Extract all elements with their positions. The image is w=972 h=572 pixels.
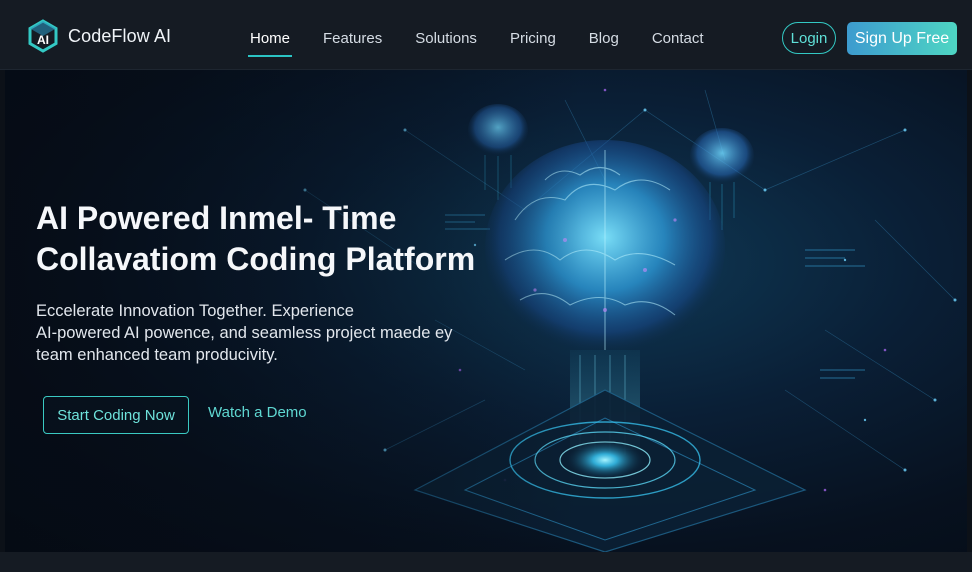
hero-subtitle-line-3: team enhanced team producivity. — [36, 346, 278, 364]
nav-item-pricing[interactable]: Pricing — [510, 0, 556, 70]
hero-section: AI Powered Inmel- Time Collavatiom Codin… — [5, 70, 967, 552]
hero-title-line-2: Collavatiom Coding Platform — [36, 241, 476, 277]
hero-title: AI Powered Inmel- Time Collavatiom Codin… — [36, 198, 506, 280]
hero-subtitle-line-1: Eccelerate Innovation Together. Experien… — [36, 302, 354, 320]
nav-item-contact[interactable]: Contact — [652, 0, 704, 70]
top-navbar: AI CodeFlow AI Home Features Solutions P… — [0, 0, 972, 70]
nav-item-blog[interactable]: Blog — [589, 0, 619, 70]
hero-subtitle-line-2: AI-powered AI powence, and seamless proj… — [36, 324, 453, 342]
nav-item-features[interactable]: Features — [323, 0, 382, 70]
login-button[interactable]: Login — [782, 22, 836, 54]
hero-subtitle: Eccelerate Innovation Together. Experien… — [36, 300, 506, 366]
brand-name: CodeFlow AI — [68, 25, 172, 46]
bottom-strip — [0, 552, 972, 572]
svg-text:AI: AI — [37, 33, 49, 47]
main-nav: Home Features Solutions Pricing Blog Con… — [247, 0, 737, 70]
signup-button[interactable]: Sign Up Free — [847, 22, 957, 55]
start-coding-button[interactable]: Start Coding Now — [43, 396, 189, 434]
hero-title-line-1: AI Powered Inmel- Time — [36, 200, 397, 236]
hex-ai-logo-icon: AI — [28, 19, 58, 53]
nav-item-solutions[interactable]: Solutions — [415, 0, 477, 70]
nav-item-home[interactable]: Home — [247, 0, 293, 70]
brand[interactable]: AI CodeFlow AI — [26, 19, 171, 53]
watch-demo-link[interactable]: Watch a Demo — [208, 404, 307, 421]
